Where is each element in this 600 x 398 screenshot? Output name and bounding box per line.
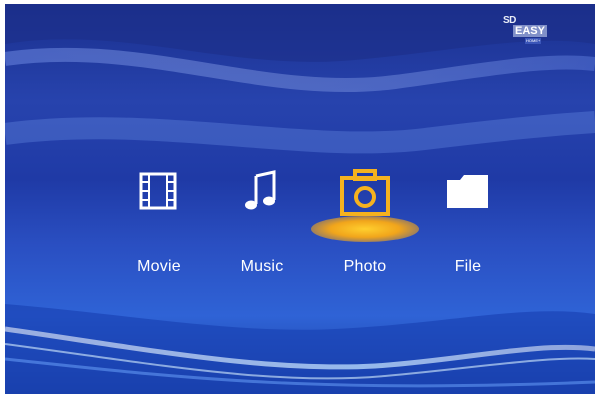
menu-item-file[interactable]: File (418, 154, 518, 294)
film-icon (129, 166, 189, 216)
brand-logo-home: HOME+ (525, 38, 542, 44)
selection-highlight (311, 216, 419, 242)
brand-logo: SD EASY HOME+ (503, 16, 563, 50)
folder-icon (438, 166, 498, 216)
music-note-icon (232, 166, 292, 216)
brand-logo-easy: EASY (513, 25, 547, 37)
camera-icon (335, 166, 395, 216)
menu-item-music[interactable]: Music (212, 154, 312, 294)
menu-label-movie: Movie (137, 258, 181, 275)
menu-item-movie[interactable]: Movie (109, 154, 209, 294)
menu-label-file: File (454, 258, 482, 275)
media-menu-screen: SD EASY HOME+ Movie Music Photo File (5, 4, 595, 394)
menu-item-photo[interactable]: Photo (311, 154, 419, 294)
menu-label-photo: Photo (343, 258, 387, 275)
menu-label-music: Music (240, 258, 284, 275)
